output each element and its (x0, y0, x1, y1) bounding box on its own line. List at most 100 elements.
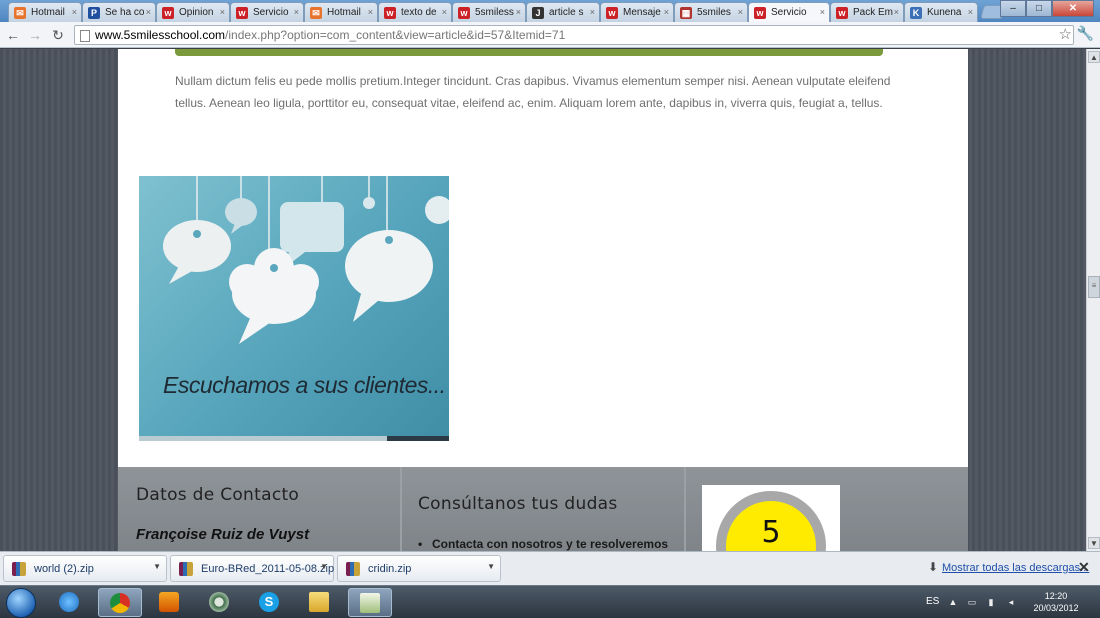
tab-close-icon[interactable]: × (820, 7, 825, 17)
tab-pack[interactable]: w Pack Em × (830, 2, 904, 22)
internet-explorer-icon[interactable] (48, 588, 92, 617)
zip-archive-icon (179, 562, 193, 576)
questions-list-item[interactable]: Contacta con nosotros y te resolveremos (418, 537, 668, 551)
tab-hotmail-1[interactable]: ✉ Hotmail × (8, 2, 82, 22)
tab-label: Pack Em (853, 7, 894, 18)
tab-close-icon[interactable]: × (368, 7, 373, 17)
minimize-button[interactable]: – (1000, 0, 1026, 17)
contact-name: Françoise Ruiz de Vuyst (136, 526, 310, 543)
tab-close-icon[interactable]: × (72, 7, 77, 17)
tab-close-icon[interactable]: × (294, 7, 299, 17)
tab-opinion[interactable]: w Opinion × (156, 2, 230, 22)
scroll-up-arrow-icon[interactable]: ▲ (1088, 51, 1100, 63)
contact-title: Datos de Contacto (136, 485, 300, 505)
download-item[interactable]: world (2).zip ▼ (3, 555, 167, 582)
speech-bubbles-image: Escuchamos a sus clientes... (139, 176, 449, 441)
zip-archive-icon (346, 562, 360, 576)
footer-questions-column: Consúltanos tus dudas Contacta con nosot… (402, 467, 686, 551)
hotmail-icon: ✉ (310, 7, 322, 19)
download-arrow-icon: ⬇ (928, 560, 939, 574)
page-viewport: Nullam dictum felis eu pede mollis preti… (0, 49, 1086, 551)
tab-servicio-1[interactable]: w Servicio × (230, 2, 304, 22)
tab-paypal[interactable]: P Se ha co × (82, 2, 156, 22)
folder-icon[interactable] (298, 588, 342, 617)
tab-article[interactable]: Jarticle s × (526, 2, 600, 22)
circle-app-icon[interactable] (198, 588, 242, 617)
tab-close-icon[interactable]: × (220, 7, 225, 17)
tab-hotmail-2[interactable]: ✉ Hotmail × (304, 2, 378, 22)
tab-label: Opinion (179, 7, 214, 18)
clock-date: 20/03/2012 (1033, 603, 1079, 613)
address-bar[interactable]: www.5smilesschool.com/index.php?option=c… (74, 25, 1074, 45)
tab-label: 5smiles (697, 7, 731, 18)
close-download-shelf-icon[interactable]: ✕ (1078, 559, 1090, 576)
tab-close-icon[interactable]: × (516, 7, 521, 17)
footer-contact-column: Datos de Contacto Françoise Ruiz de Vuys… (118, 467, 402, 551)
back-button[interactable]: ← (4, 26, 22, 44)
w-icon: w (836, 7, 848, 19)
tab-close-icon[interactable]: × (442, 7, 447, 17)
questions-title: Consúltanos tus dudas (418, 494, 618, 514)
tab-close-icon[interactable]: × (738, 7, 743, 17)
tab-label: article s (549, 7, 584, 18)
chrome-icon[interactable] (98, 588, 142, 617)
notepad-icon[interactable] (348, 588, 392, 617)
logo-ring: 5 (716, 491, 826, 551)
media-glyph (159, 592, 179, 612)
chrome-glyph (110, 593, 130, 613)
system-clock[interactable]: 12:20 20/03/2012 (1030, 590, 1082, 614)
window-controls: – □ ✕ (1000, 0, 1094, 17)
battery-icon[interactable]: ▮ (986, 597, 996, 607)
tab-close-icon[interactable]: × (968, 7, 973, 17)
circle-glyph (209, 592, 229, 612)
kunena-icon: K (910, 7, 922, 19)
media-player-icon[interactable] (148, 588, 192, 617)
logo-core: 5 (726, 501, 816, 551)
article-panel: Nullam dictum felis eu pede mollis preti… (118, 49, 968, 467)
tab-close-icon[interactable]: × (590, 7, 595, 17)
download-item[interactable]: Euro-BRed_2011-05-08.zip ▼ (170, 555, 334, 582)
bookmark-star-icon[interactable]: ☆ (1059, 25, 1072, 43)
browser-toolbar: ← → ↻ www.5smilesschool.com/index.php?op… (0, 22, 1100, 48)
grid-icon: ▦ (680, 7, 692, 19)
tab-close-icon[interactable]: × (146, 7, 151, 17)
download-item[interactable]: cridin.zip ▼ (337, 555, 501, 582)
download-filename: Euro-BRed_2011-05-08.zip (201, 563, 335, 575)
tab-servicio-active[interactable]: w Servicio × (748, 2, 830, 22)
tab-texto[interactable]: w texto de × (378, 2, 452, 22)
close-window-button[interactable]: ✕ (1052, 0, 1094, 17)
show-all-downloads-link[interactable]: Mostrar todas las descargas... (942, 562, 1089, 574)
volume-icon[interactable]: ◂ (1006, 597, 1016, 607)
language-indicator[interactable]: ES (926, 596, 939, 607)
tab-kunena[interactable]: K Kunena × (904, 2, 978, 22)
tab-5smiles[interactable]: ▦ 5smiles × (674, 2, 748, 22)
scroll-down-arrow-icon[interactable]: ▼ (1088, 537, 1100, 549)
w-icon: w (236, 7, 248, 19)
wrench-menu-icon[interactable]: 🔧 (1077, 25, 1094, 42)
skype-icon[interactable]: S (248, 588, 292, 617)
tab-5smiless[interactable]: w 5smiless × (452, 2, 526, 22)
tab-close-icon[interactable]: × (664, 7, 669, 17)
start-button[interactable] (6, 588, 36, 618)
dropdown-arrow-icon[interactable]: ▼ (153, 562, 161, 571)
folder-glyph (309, 592, 329, 612)
download-shelf: world (2).zip ▼ Euro-BRed_2011-05-08.zip ▼… (0, 551, 1100, 585)
image-caption: Escuchamos a sus clientes... (163, 372, 446, 398)
maximize-button[interactable]: □ (1026, 0, 1052, 17)
tray-expand-icon[interactable]: ▲ (948, 597, 958, 607)
dropdown-arrow-icon[interactable]: ▼ (487, 562, 495, 571)
tab-close-icon[interactable]: × (894, 7, 899, 17)
page-scrollbar[interactable]: ▲ ≡ ▼ (1086, 49, 1100, 551)
forward-button[interactable]: → (26, 26, 44, 44)
scroll-thumb[interactable]: ≡ (1088, 276, 1100, 298)
reload-button[interactable]: ↻ (49, 26, 67, 44)
w-icon: w (384, 7, 396, 19)
network-icon[interactable]: ▭ (967, 597, 977, 607)
dropdown-arrow-icon[interactable]: ▼ (320, 562, 328, 571)
w-icon: w (754, 7, 766, 19)
joomla-icon: J (532, 7, 544, 19)
article-text: Nullam dictum felis eu pede mollis preti… (175, 74, 891, 110)
w-icon: w (162, 7, 174, 19)
tab-mensaje[interactable]: w Mensaje × (600, 2, 674, 22)
paypal-icon: P (88, 7, 100, 19)
